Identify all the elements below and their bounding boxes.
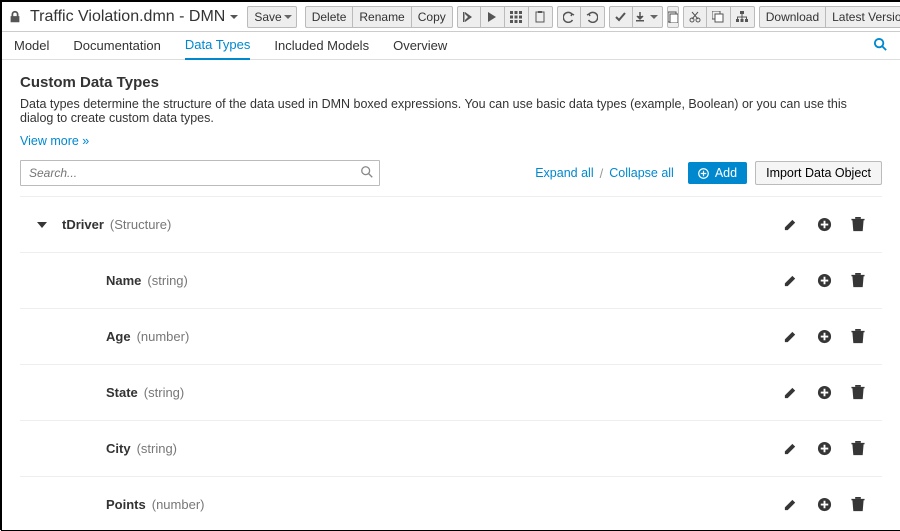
add-field-icon[interactable] bbox=[816, 329, 832, 345]
data-type-row: Age (number) bbox=[20, 309, 882, 365]
page-title: Custom Data Types bbox=[20, 74, 882, 91]
delete-button[interactable]: Delete bbox=[305, 6, 354, 28]
latest-version-button[interactable]: Latest Version bbox=[826, 6, 900, 28]
undo-icon[interactable] bbox=[557, 6, 581, 28]
field-name: Age bbox=[106, 329, 131, 344]
field-name: Name bbox=[106, 273, 141, 288]
add-field-icon[interactable] bbox=[816, 273, 832, 289]
download-button[interactable]: Download bbox=[759, 6, 826, 28]
view-more-link[interactable]: View more » bbox=[20, 134, 89, 148]
tab-data-types[interactable]: Data Types bbox=[185, 31, 251, 60]
copy-button[interactable]: Copy bbox=[412, 6, 453, 28]
delete-icon[interactable] bbox=[850, 385, 866, 401]
field-type: (number) bbox=[152, 497, 205, 512]
import-data-object-button[interactable]: Import Data Object bbox=[755, 161, 882, 185]
window-title: Traffic Violation.dmn - DMN bbox=[30, 8, 239, 26]
lock-icon bbox=[8, 10, 22, 24]
field-type: (string) bbox=[137, 441, 177, 456]
field-name: City bbox=[106, 441, 131, 456]
top-toolbar: Traffic Violation.dmn - DMN Save Delete … bbox=[2, 2, 900, 32]
edit-icon[interactable] bbox=[782, 385, 798, 401]
separator: / bbox=[600, 166, 604, 181]
add-field-icon[interactable] bbox=[816, 441, 832, 457]
add-field-icon[interactable] bbox=[816, 497, 832, 513]
data-type-name: tDriver bbox=[62, 217, 104, 232]
check-icon[interactable] bbox=[609, 6, 633, 28]
field-name: Points bbox=[106, 497, 146, 512]
chevron-down-icon[interactable] bbox=[229, 12, 239, 22]
tab-overview[interactable]: Overview bbox=[393, 32, 447, 59]
tab-model[interactable]: Model bbox=[14, 32, 49, 59]
search-input[interactable] bbox=[20, 160, 380, 186]
add-field-icon[interactable] bbox=[816, 217, 832, 233]
rename-button[interactable]: Rename bbox=[353, 6, 411, 28]
data-type-row: Name (string) bbox=[20, 253, 882, 309]
data-type-row: State (string) bbox=[20, 365, 882, 421]
edit-icon[interactable] bbox=[782, 273, 798, 289]
grid-icon[interactable] bbox=[505, 6, 529, 28]
search-input-icon[interactable] bbox=[360, 165, 374, 179]
collapse-all-link[interactable]: Collapse all bbox=[609, 166, 674, 180]
tab-included-models[interactable]: Included Models bbox=[274, 32, 369, 59]
play-icon[interactable] bbox=[481, 6, 505, 28]
window-title-text: Traffic Violation.dmn - DMN bbox=[30, 8, 225, 26]
download-dropdown-icon[interactable] bbox=[633, 6, 663, 28]
tab-documentation[interactable]: Documentation bbox=[73, 32, 160, 59]
add-button-label: Add bbox=[715, 166, 737, 180]
tabs-row: Model Documentation Data Types Included … bbox=[2, 32, 900, 60]
field-type: (number) bbox=[137, 329, 190, 344]
delete-icon[interactable] bbox=[850, 217, 866, 233]
edit-icon[interactable] bbox=[782, 441, 798, 457]
data-type-kind: (Structure) bbox=[110, 217, 171, 232]
plus-icon bbox=[698, 168, 709, 179]
redo-icon[interactable] bbox=[581, 6, 605, 28]
page-description: Data types determine the structure of th… bbox=[20, 97, 882, 125]
field-type: (string) bbox=[144, 385, 184, 400]
data-type-row-root: tDriver (Structure) bbox=[20, 197, 882, 253]
save-button[interactable]: Save bbox=[247, 6, 296, 28]
data-type-row: City (string) bbox=[20, 421, 882, 477]
field-type: (string) bbox=[147, 273, 187, 288]
search-box bbox=[20, 160, 380, 186]
controls-row: Expand all / Collapse all Add Import Dat… bbox=[20, 160, 882, 186]
data-type-row: Points (number) bbox=[20, 477, 882, 530]
delete-icon[interactable] bbox=[850, 497, 866, 513]
add-button[interactable]: Add bbox=[688, 162, 747, 184]
edit-icon[interactable] bbox=[782, 217, 798, 233]
edit-icon[interactable] bbox=[782, 329, 798, 345]
add-field-icon[interactable] bbox=[816, 385, 832, 401]
data-type-list: tDriver (Structure) Name (string) Age bbox=[20, 196, 882, 530]
clipboard-icon[interactable] bbox=[529, 6, 553, 28]
copy-icon[interactable] bbox=[707, 6, 731, 28]
search-icon[interactable] bbox=[873, 37, 888, 52]
cut-icon[interactable] bbox=[683, 6, 707, 28]
edit-icon[interactable] bbox=[782, 497, 798, 513]
collapse-toggle-icon[interactable] bbox=[34, 217, 50, 233]
validate-icon[interactable] bbox=[457, 6, 481, 28]
paste-icon[interactable] bbox=[667, 6, 679, 28]
expand-all-link[interactable]: Expand all bbox=[535, 166, 593, 180]
page-body: Custom Data Types Data types determine t… bbox=[2, 60, 900, 531]
delete-icon[interactable] bbox=[850, 273, 866, 289]
delete-icon[interactable] bbox=[850, 441, 866, 457]
sitemap-icon[interactable] bbox=[731, 6, 755, 28]
field-name: State bbox=[106, 385, 138, 400]
delete-icon[interactable] bbox=[850, 329, 866, 345]
